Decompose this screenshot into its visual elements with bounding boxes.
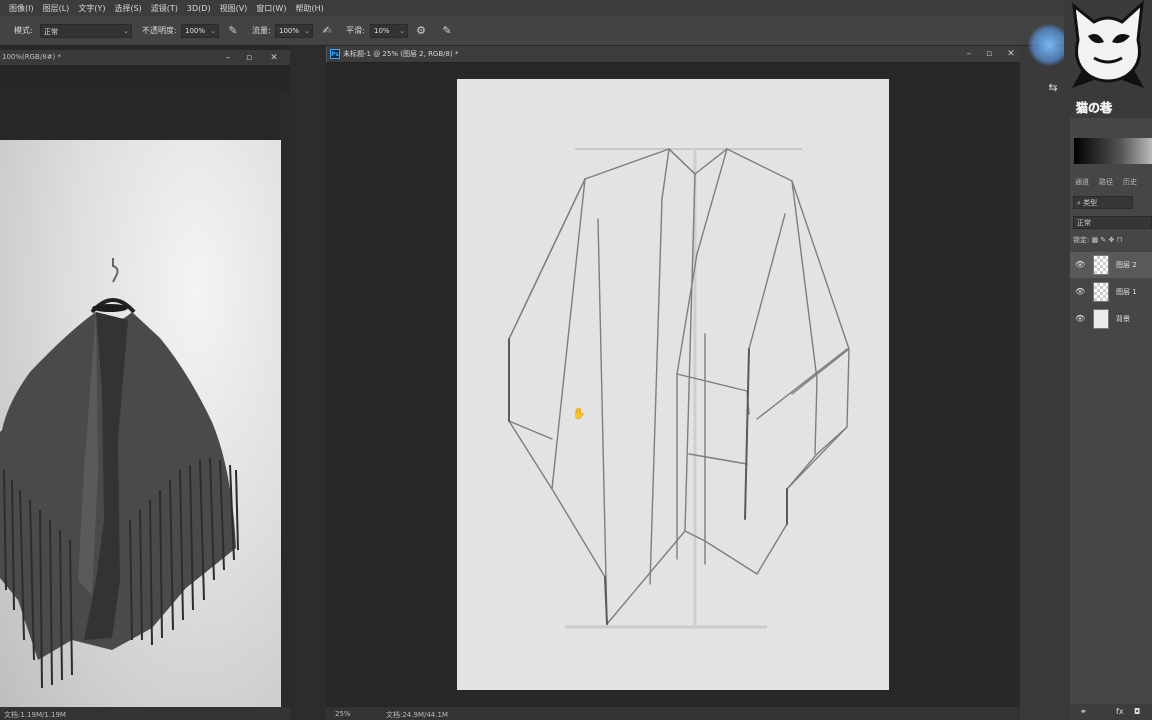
pressure-icon[interactable]: ✎ [226,24,240,38]
layer-thumbnail [1093,282,1109,302]
menu-image[interactable]: 图像(I) [9,3,34,14]
reference-titlebar: 100%(RGB/8#) * – ▫ ✕ [0,50,290,66]
chevron-down-icon: ⌄ [123,27,129,35]
menu-bar: 图像(I) 图层(L) 文字(Y) 选择(S) 滤镜(T) 3D(D) 视图(V… [0,0,1152,16]
reference-photo [0,140,281,720]
close-icon[interactable]: ✕ [1005,48,1017,60]
opacity-value: 100% [185,27,206,35]
chevron-down-icon: ⌄ [210,27,216,35]
lock-pixels-icon[interactable]: ▦ ✎ ✥ ⊓ [1092,236,1122,244]
maximize-icon[interactable]: ▫ [243,52,255,64]
fx-button[interactable]: fx [1116,707,1124,716]
options-bar: 模式: 正常 ⌄ 不透明度: 100% ⌄ ✎ 流量: 100% ⌄ ✍ 平滑:… [0,16,1152,46]
tab-history[interactable]: 历史 [1123,177,1137,187]
photoshop-app: 图像(I) 图层(L) 文字(Y) 选择(S) 滤镜(T) 3D(D) 视图(V… [0,0,1152,720]
reference-status: 文档:1.19M/1.19M [0,707,290,720]
main-document-window: Ps 未标题-1 @ 25% (图层 2, RGB/8) * – ▫ ✕ ✋ 2… [326,46,1020,720]
layer-row[interactable]: 👁 图层 2 [1070,252,1152,278]
layer-row[interactable]: 👁 图层 1 [1070,279,1152,305]
layers-panel: 通道 路径 历史 ⌕ 类型 正常 锁定: ▦ ✎ ✥ ⊓ 👁 图层 2 👁 图层… [1070,46,1152,720]
menu-select[interactable]: 选择(S) [114,3,141,14]
tab-channels[interactable]: 通道 [1075,177,1089,187]
eye-icon[interactable]: 👁 [1075,287,1085,297]
eye-icon[interactable]: 👁 [1075,314,1085,324]
layer-row[interactable]: 👁 背景 [1070,306,1152,332]
menu-3d[interactable]: 3D(D) [187,4,211,13]
drawing-canvas[interactable]: ✋ [457,79,889,690]
lock-label: 锁定: [1073,236,1090,244]
collapsed-panel-strip: ⇆ [1020,46,1070,720]
mode-select[interactable]: 正常 ⌄ [40,24,132,38]
close-icon[interactable]: ✕ [268,52,280,64]
link-layers-icon[interactable]: ⚭ [1080,707,1087,716]
zoom-level[interactable]: 25% [335,710,351,718]
mode-label: 模式: [14,26,33,35]
canvas-area[interactable]: ✋ [327,63,1019,708]
opacity-field[interactable]: 100% ⌄ [181,24,219,38]
cat-mascot-icon: 猫の巷 [1064,0,1152,118]
chevron-down-icon: ⌄ [304,27,310,35]
layer-thumbnail [1093,255,1109,275]
main-doc-title: 未标题-1 @ 25% (图层 2, RGB/8) * [343,50,459,58]
menu-view[interactable]: 视图(V) [220,3,248,14]
minimize-icon[interactable]: – [963,48,975,60]
layer-name: 背景 [1116,315,1130,323]
reference-title: 100%(RGB/8#) * [2,53,61,61]
gear-icon[interactable]: ⚙ [414,24,428,38]
eye-icon[interactable]: 👁 [1075,260,1085,270]
poncho-image [0,258,239,689]
layers-panel-footer: ⚭ fx ◘ [1070,704,1152,720]
menu-type[interactable]: 文字(Y) [78,3,105,14]
poncho-sketch: ✋ [508,148,850,629]
blend-mode-select[interactable]: 正常 [1073,216,1152,229]
reference-document-window: 100%(RGB/8#) * – ▫ ✕ 文档:1.19M/1.19M [0,50,290,720]
reference-scrollbar[interactable] [281,90,290,720]
flow-field[interactable]: 100% ⌄ [275,24,313,38]
lock-row: 锁定: ▦ ✎ ✥ ⊓ [1073,235,1122,245]
smooth-field[interactable]: 10% ⌄ [370,24,408,38]
menu-filter[interactable]: 滤镜(T) [151,3,178,14]
maximize-icon[interactable]: ▫ [983,48,995,60]
flow-label: 流量: [252,26,271,35]
filter-kind: 类型 [1083,199,1098,207]
smooth-label: 平滑: [346,26,365,35]
reference-doc-size: 文档:1.19M/1.19M [4,711,66,719]
opacity-label: 不透明度: [142,26,177,35]
panel-tabs: 通道 路径 历史 [1070,174,1152,190]
photoshop-doc-icon: Ps [330,49,340,59]
main-titlebar[interactable]: Ps 未标题-1 @ 25% (图层 2, RGB/8) * – ▫ ✕ [326,46,1020,63]
chevron-down-icon: ⌄ [399,27,405,35]
main-status-bar: 25% 文档:24.9M/44.1M [326,707,1020,720]
gradient-swatch[interactable] [1074,138,1152,164]
blend-mode-value: 正常 [1077,219,1091,227]
hand-cursor-icon: ✋ [572,407,586,420]
menu-layer[interactable]: 图层(L) [43,3,70,14]
pressure-size-icon[interactable]: ✎ [440,24,454,38]
menu-help[interactable]: 帮助(H) [295,3,323,14]
layer-filter-select[interactable]: ⌕ 类型 [1073,196,1133,209]
tab-paths[interactable]: 路径 [1099,177,1113,187]
layer-name: 图层 2 [1116,261,1137,269]
properties-icon[interactable]: ⇆ [1045,80,1061,96]
mode-value: 正常 [44,28,58,36]
layer-name: 图层 1 [1116,288,1137,296]
minimize-icon[interactable]: – [222,52,234,64]
airbrush-icon[interactable]: ✍ [320,24,334,38]
flow-value: 100% [279,27,300,35]
main-doc-size: 文档:24.9M/44.1M [386,711,448,719]
menu-window[interactable]: 窗口(W) [256,3,286,14]
add-mask-icon[interactable]: ◘ [1134,707,1140,716]
smooth-value: 10% [374,27,390,35]
svg-text:猫の巷: 猫の巷 [1076,100,1113,115]
layer-thumbnail [1093,309,1109,329]
channel-avatar-logo: 猫の巷 [1064,0,1152,118]
